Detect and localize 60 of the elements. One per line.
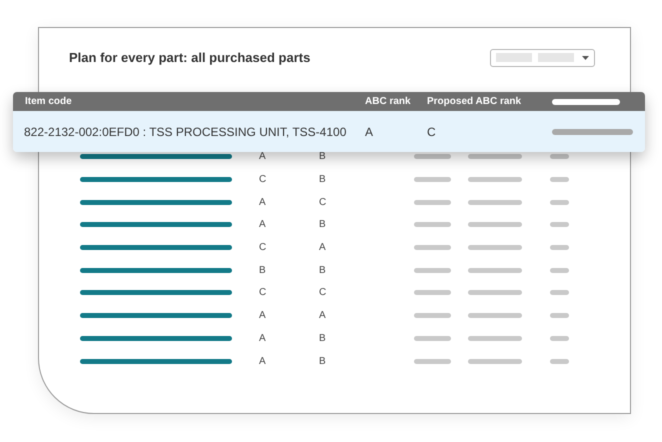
placeholder-bar: [550, 313, 569, 318]
placeholder-bar: [468, 200, 522, 205]
abc-rank: A: [365, 124, 374, 140]
placeholder-bar: [468, 222, 522, 228]
abc-rank: C: [259, 173, 268, 188]
placeholder-bar: [550, 222, 569, 228]
placeholder-bar: [468, 313, 522, 318]
placeholder-bar: [550, 358, 569, 364]
proposed-abc-rank: C: [427, 124, 437, 140]
placeholder-bar: [468, 154, 522, 160]
placeholder-bar: [550, 200, 569, 205]
proposed-abc-rank: B: [319, 354, 327, 369]
column-header: ABC rank: [365, 95, 412, 109]
proposed-abc-rank: B: [319, 218, 327, 232]
proposed-abc-rank: C: [319, 196, 328, 210]
proposed-abc-rank: B: [319, 264, 327, 278]
proposed-abc-rank: A: [319, 309, 327, 324]
placeholder-bar: [468, 336, 522, 341]
placeholder-bar: [468, 290, 522, 296]
placeholder-bar: [414, 245, 451, 250]
abc-rank: C: [259, 286, 268, 300]
placeholder-bar: [414, 177, 451, 182]
abc-rank: A: [259, 196, 267, 210]
item-code: 822-2132-002:0EFD0 : TSS PROCESSING UNIT, TSS-4100: [23, 124, 348, 140]
placeholder-bar: [414, 313, 451, 318]
placeholder-bar: [468, 268, 522, 273]
abc-rank: A: [259, 332, 267, 346]
abc-rank: C: [259, 241, 268, 256]
placeholder-bar: [414, 222, 451, 228]
placeholder-bar: [414, 268, 451, 273]
abc-rank: A: [259, 354, 267, 369]
placeholder-bar: [550, 290, 569, 296]
proposed-abc-rank: B: [319, 173, 327, 188]
abc-rank: B: [259, 264, 267, 278]
placeholder-bar: [550, 177, 569, 182]
placeholder-bar: [468, 358, 522, 364]
placeholder-bar: [414, 290, 451, 296]
column-header: Item code: [24, 95, 73, 109]
placeholder-bar: [552, 98, 620, 104]
abc-rank: A: [259, 150, 267, 164]
column-header: Proposed ABC rank: [427, 95, 522, 109]
placeholder-bar: [550, 268, 569, 273]
caret-icon: [582, 56, 589, 60]
placeholder-bar: [550, 154, 569, 160]
abc-rank: A: [259, 309, 267, 324]
placeholder-bar: [414, 358, 451, 364]
proposed-abc-rank: B: [319, 150, 327, 164]
proposed-abc-rank: C: [319, 286, 328, 300]
placeholder-bar: [414, 154, 451, 160]
placeholder-bar: [468, 177, 522, 182]
placeholder-bar: [468, 245, 522, 250]
abc-rank: A: [259, 218, 267, 232]
placeholder-bar: [414, 336, 451, 341]
proposed-abc-rank: B: [319, 332, 327, 346]
dropdown[interactable]: [490, 48, 595, 67]
placeholder-bar: [550, 336, 569, 341]
placeholder-bar: [550, 245, 569, 250]
placeholder-bar: [414, 200, 451, 205]
proposed-abc-rank: A: [319, 241, 327, 256]
page-title: Plan for every part: all purchased parts: [69, 49, 310, 67]
